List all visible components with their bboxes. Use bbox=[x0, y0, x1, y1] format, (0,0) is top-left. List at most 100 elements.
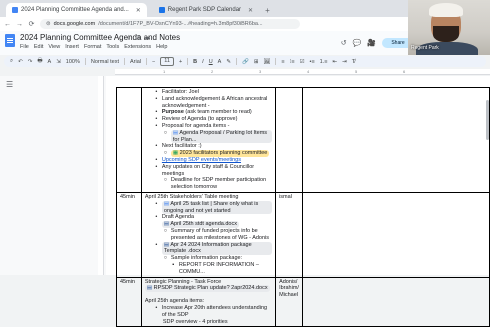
list-item: April 25th agenda items: bbox=[144, 298, 205, 305]
ruler-number: 3 bbox=[259, 69, 262, 74]
bold-icon[interactable]: B bbox=[193, 59, 197, 65]
new-tab-button[interactable]: + bbox=[265, 3, 270, 17]
menu-tools[interactable]: Tools bbox=[106, 44, 119, 50]
back-icon[interactable]: ← bbox=[4, 21, 11, 28]
ruler-number: 4 bbox=[307, 69, 310, 74]
divider bbox=[124, 58, 125, 65]
time-cell[interactable]: 45min bbox=[116, 191, 142, 278]
forward-icon[interactable]: → bbox=[16, 21, 23, 28]
menu-file[interactable]: File bbox=[20, 44, 29, 50]
document-title[interactable]: 2024 Planning Committee Agenda and Notes bbox=[20, 33, 180, 42]
star-icon[interactable]: ☆ bbox=[126, 34, 131, 41]
file-chip[interactable]: ▤ Agenda Proposal / Parking lot Items fo… bbox=[170, 129, 273, 144]
spellcheck-icon[interactable]: A bbox=[48, 59, 52, 65]
google-docs-logo-icon[interactable] bbox=[5, 34, 15, 47]
underline-icon[interactable]: U bbox=[209, 59, 213, 65]
history-icon[interactable]: ↺ bbox=[341, 39, 347, 47]
tab-calendar[interactable]: Regent Park SDP Calendar ✕ bbox=[153, 3, 259, 17]
close-tab-icon[interactable]: ✕ bbox=[136, 7, 141, 14]
owner-cell[interactable]: ismal bbox=[275, 191, 303, 278]
title-icons: ☆ ⊡ ☁ bbox=[126, 34, 150, 41]
table-row: 45min April 25th Stakeholders' Table mee… bbox=[116, 191, 490, 278]
menu-view[interactable]: View bbox=[48, 44, 60, 50]
list-item: • Draft Agenda ▤ April 25th stdt agenda.d… bbox=[155, 214, 239, 228]
zoom-select[interactable]: 100% bbox=[66, 59, 80, 65]
menu-format[interactable]: Format bbox=[84, 44, 101, 50]
horizontal-ruler[interactable]: 1 2 3 4 5 6 bbox=[115, 69, 490, 75]
increase-indent-icon[interactable]: ⇥ bbox=[342, 59, 347, 65]
font-select[interactable]: Arial bbox=[130, 59, 141, 65]
image-icon[interactable]: 🖼 bbox=[263, 59, 270, 65]
list-item: • Any updates on City staff & Councillor … bbox=[155, 163, 255, 177]
document-page[interactable]: • Facilitator: Joel • Land acknowledgement… bbox=[106, 76, 490, 327]
document-outline-icon[interactable]: ☰ bbox=[6, 80, 13, 89]
list-item: ○ ▤ Agenda Proposal / Parking lot Items f… bbox=[145, 129, 273, 144]
decrease-indent-icon[interactable]: ⇤ bbox=[332, 59, 337, 65]
list-item: • Upcoming SDP events/meetings bbox=[155, 156, 241, 164]
undo-icon[interactable]: ↶ bbox=[18, 59, 23, 65]
paint-format-icon[interactable]: ⇲ bbox=[56, 59, 61, 65]
style-select[interactable]: Normal text bbox=[91, 59, 119, 65]
increase-font-icon[interactable]: + bbox=[179, 59, 182, 65]
close-tab-icon[interactable]: ✕ bbox=[248, 7, 253, 14]
font-size-input[interactable]: 11 bbox=[160, 57, 174, 66]
comment-add-icon[interactable]: ⊞ bbox=[254, 59, 259, 65]
time-cell[interactable]: 45min bbox=[116, 276, 142, 327]
menu-extensions[interactable]: Extensions bbox=[124, 44, 151, 50]
search-menus-icon[interactable]: ⌕ bbox=[10, 58, 13, 65]
agenda-item-cell[interactable]: • Facilitator: Joel • Land acknowledgement… bbox=[140, 87, 277, 193]
divider bbox=[275, 58, 277, 65]
list-item: • Increase Apr 20th attendees understandi… bbox=[155, 304, 268, 318]
site-info-icon[interactable]: ⊜ bbox=[46, 21, 51, 27]
tab-agenda-doc[interactable]: 2024 Planning Committee Agenda and... ✕ bbox=[6, 3, 147, 17]
redo-icon[interactable]: ↷ bbox=[28, 59, 33, 65]
events-link[interactable]: Upcoming SDP events/meetings bbox=[162, 157, 241, 164]
notes-cell[interactable] bbox=[301, 276, 490, 327]
decrease-font-icon[interactable]: − bbox=[152, 59, 155, 65]
file-chip[interactable]: ▤ RPSDP Strategic Plan update? 2apr2024.… bbox=[144, 285, 270, 293]
file-chip[interactable]: ▦ 2023 facilitators planning committee bbox=[170, 150, 270, 157]
align-icon[interactable]: ≡ bbox=[281, 59, 284, 65]
owner-cell[interactable]: Adonis/ Ibrahim/ Michael bbox=[275, 276, 303, 327]
comments-icon[interactable]: 💬 bbox=[353, 39, 362, 47]
numbered-list-icon[interactable]: 1.≡ bbox=[320, 59, 328, 65]
link-icon[interactable]: 🔗 bbox=[242, 59, 249, 65]
address-bar[interactable]: ⊜ docs.google.com /document/d/1F7P_BV-Ds… bbox=[40, 19, 300, 29]
table-row: • Facilitator: Joel • Land acknowledgement… bbox=[116, 87, 490, 193]
vertical-ruler[interactable] bbox=[98, 76, 104, 275]
highlight-icon[interactable]: ✎ bbox=[226, 59, 231, 65]
agenda-item-cell[interactable]: April 25th Stakeholders' Table meeting •… bbox=[140, 191, 277, 278]
move-folder-icon[interactable]: ⊡ bbox=[135, 34, 140, 41]
reload-icon[interactable]: ⟳ bbox=[28, 20, 35, 28]
line-spacing-icon[interactable]: ⁝≡ bbox=[290, 59, 295, 65]
list-item: • Facilitator: Joel bbox=[155, 89, 199, 95]
ruler-number: 2 bbox=[211, 69, 214, 74]
agenda-item-cell[interactable]: Strategic Planning - Task Force ▤ RPSDP … bbox=[140, 276, 277, 327]
menu-insert[interactable]: Insert bbox=[65, 44, 79, 50]
clear-formatting-icon[interactable]: T̸ bbox=[352, 59, 355, 65]
list-item: ▪ REPORT FOR INFORMATION – COMMU... bbox=[172, 261, 259, 275]
notes-cell[interactable] bbox=[301, 191, 490, 278]
print-icon[interactable]: 🖶 bbox=[37, 57, 42, 66]
menu-help[interactable]: Help bbox=[156, 44, 167, 50]
meet-icon[interactable]: 🎥 bbox=[367, 39, 376, 47]
ruler-number: 6 bbox=[403, 69, 406, 74]
file-chip[interactable]: ▤ April 25 task list | Share only what i… bbox=[161, 200, 273, 215]
text-color-icon[interactable]: A bbox=[218, 59, 222, 65]
file-chip[interactable]: ▤ Apr 24 2024 Information package Templa… bbox=[161, 241, 273, 256]
notes-cell[interactable] bbox=[301, 87, 490, 193]
file-chip[interactable]: ▤ April 25th stdt agenda.docx bbox=[161, 221, 239, 228]
time-cell[interactable] bbox=[116, 87, 142, 193]
url-domain: docs.google.com bbox=[53, 21, 96, 27]
italic-icon[interactable]: I bbox=[202, 59, 204, 65]
owner-cell[interactable] bbox=[275, 87, 303, 193]
divider bbox=[187, 58, 189, 65]
vertical-scrollbar[interactable] bbox=[486, 100, 489, 140]
menu-edit[interactable]: Edit bbox=[34, 44, 43, 50]
cloud-status-icon[interactable]: ☁ bbox=[144, 34, 150, 41]
checklist-icon[interactable]: ☑ bbox=[300, 59, 305, 65]
list-item: ○ Sample information package: bbox=[163, 255, 243, 262]
agenda-item-title: April 25th Stakeholders' Table meeting bbox=[144, 193, 239, 200]
table-row: 45min Strategic Planning - Task Force ▤ … bbox=[116, 276, 490, 327]
bulleted-list-icon[interactable]: •≡ bbox=[310, 59, 315, 65]
